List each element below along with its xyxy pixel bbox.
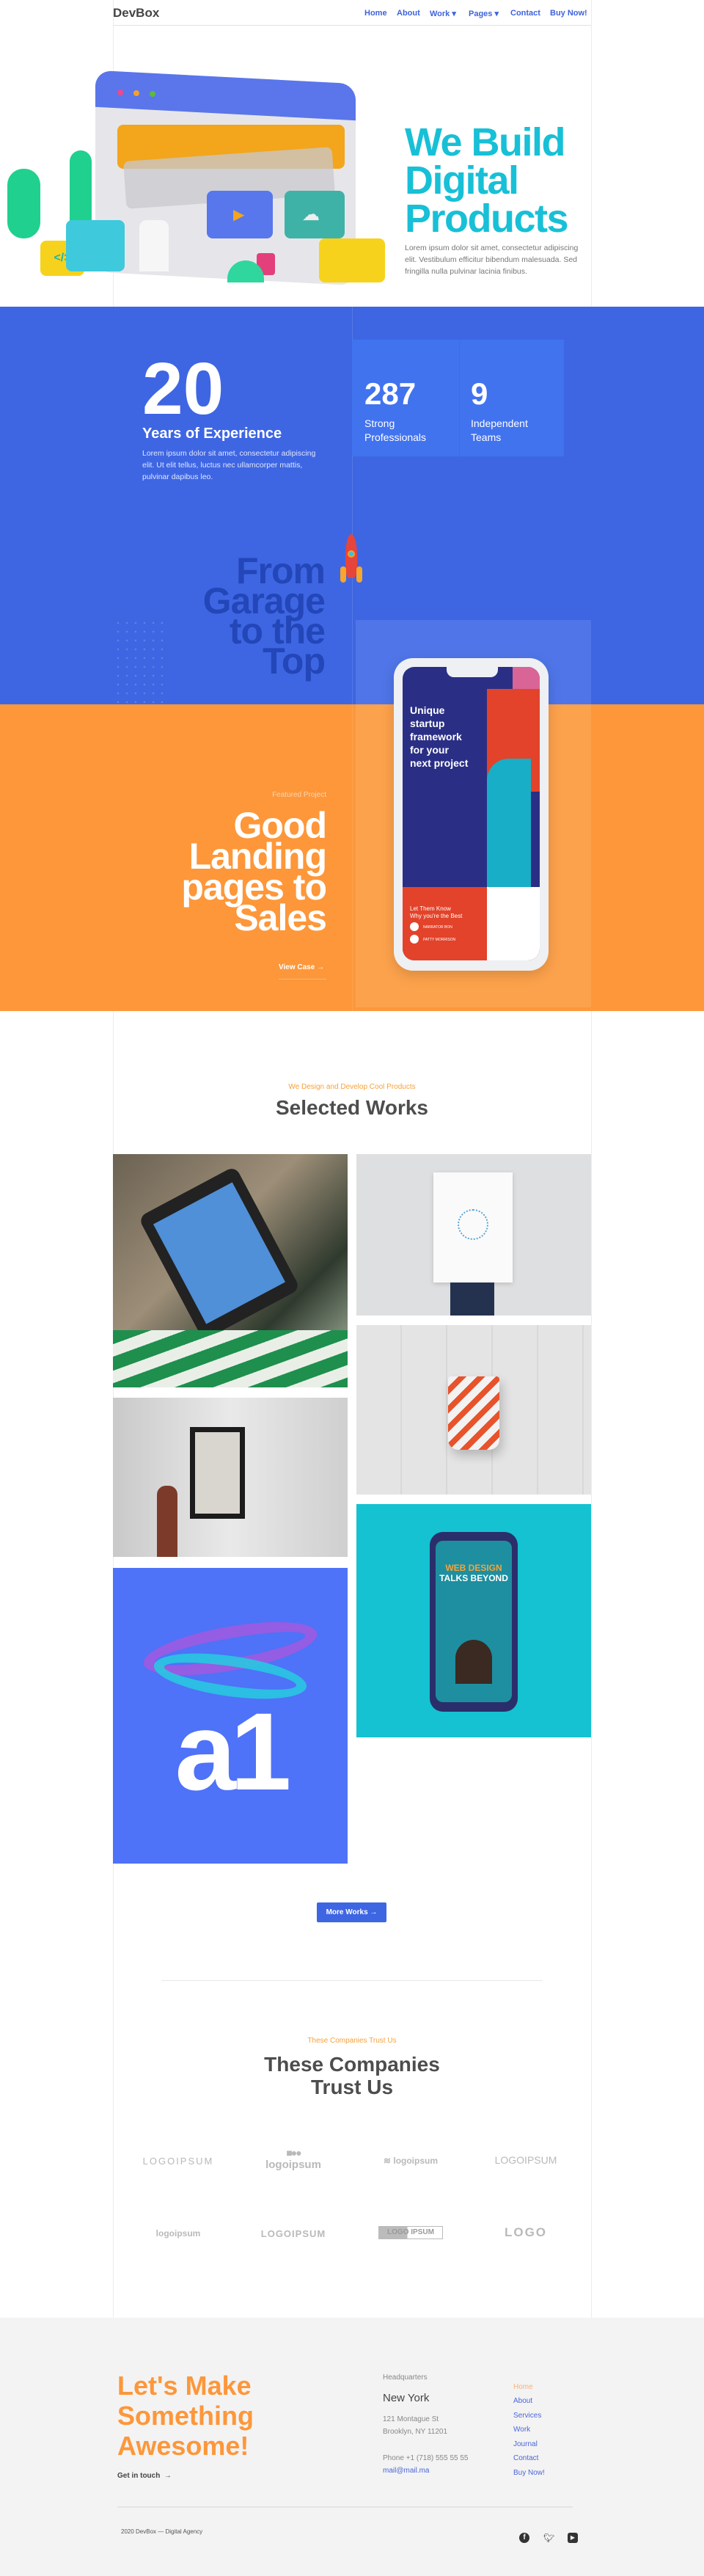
- hq-label: Headquarters: [383, 2374, 428, 2382]
- nav-home[interactable]: Home: [364, 9, 387, 18]
- hq-phone: Phone +1 (718) 555 55 55: [383, 2454, 469, 2462]
- stats-box: 287 Strong Professionals 9 Independent Tea…: [352, 340, 564, 456]
- stat-label: Strong Professionals: [364, 417, 427, 443]
- stats-section: 20 Years of Experience Lorem ipsum dolor…: [0, 307, 704, 704]
- site-footer: Let's Make Something Awesome! Get in touch…: [0, 2318, 704, 2576]
- phone-tagline: Let Them Know Why you're the Best: [410, 905, 463, 919]
- avatar: [410, 935, 419, 944]
- cloud-icon: ☁: [302, 205, 320, 225]
- client-logo: ■●● logoipsum: [265, 2147, 321, 2171]
- section-divider: [161, 1980, 543, 1981]
- hero-illustration: ▶ ☁ </>: [0, 70, 403, 290]
- phone-card-title: WEB DESIGN TALKS BEYOND: [439, 1563, 508, 1583]
- footer-divider: [117, 2506, 573, 2508]
- hero-title-line: Digital: [405, 158, 519, 202]
- footer-link-journal[interactable]: Journal: [513, 2440, 538, 2448]
- client-logo: ≋ logoipsum: [383, 2156, 439, 2166]
- trust-eyebrow: These Companies Trust Us: [307, 2037, 397, 2045]
- work-item-billboard[interactable]: [113, 1398, 348, 1557]
- years-text: Lorem ipsum dolor sit amet, consectetur …: [142, 449, 316, 481]
- phone-person: NARRATOR BON: [423, 925, 452, 930]
- rocket-icon: [340, 534, 362, 587]
- work-item-coffee-cup[interactable]: [356, 1325, 591, 1495]
- footer-link-about[interactable]: About: [513, 2397, 532, 2405]
- poster-text: a1: [175, 1690, 292, 1813]
- nav-contact[interactable]: Contact: [510, 9, 540, 18]
- nav-buy-now[interactable]: Buy Now!: [550, 9, 587, 18]
- header-divider: [113, 25, 591, 26]
- tree-icon: [70, 150, 92, 231]
- arrow-right-icon: →: [370, 1908, 378, 1916]
- waves-icon: ≋: [383, 2156, 394, 2166]
- years-label: Years of Experience: [142, 426, 282, 442]
- view-case-link[interactable]: View Case →: [279, 963, 326, 979]
- featured-section: Featured Project Good Landing pages to Sale…: [0, 704, 704, 1011]
- hq-city: New York: [383, 2392, 430, 2404]
- slogan: From Garage to the Top: [202, 550, 326, 682]
- featured-eyebrow: Featured Project: [272, 791, 326, 799]
- stat-value: 287: [364, 376, 417, 411]
- more-works-button[interactable]: More Works →: [317, 1902, 386, 1922]
- work-item-phone-app[interactable]: WEB DESIGN TALKS BEYOND: [356, 1504, 591, 1737]
- footer-link-work[interactable]: Work: [513, 2426, 530, 2434]
- hero-title-line: We Build: [405, 120, 566, 164]
- footer-link-buy-now[interactable]: Buy Now!: [513, 2469, 545, 2477]
- copyright: 2020 DevBox — Digital Agency: [121, 2528, 203, 2535]
- window-dot-icon: [133, 90, 139, 96]
- chart-card: [66, 220, 125, 271]
- nav-pages[interactable]: Pages ▾: [469, 9, 499, 18]
- trust-title: These Companies Trust Us: [264, 2053, 440, 2098]
- hero-title: We Build Digital Products: [405, 120, 569, 241]
- bar-chart-cube: [319, 238, 385, 282]
- featured-title: Good Landing pages to Sales: [181, 805, 327, 938]
- work-item-a1-poster[interactable]: a1: [113, 1568, 348, 1864]
- phone-mockup: Unique startup framework for your next proje…: [394, 658, 549, 971]
- youtube-icon[interactable]: ▶: [568, 2533, 578, 2543]
- years-number: 20: [142, 348, 224, 430]
- hero-title-line: Products: [405, 197, 569, 241]
- work-item-poster[interactable]: [356, 1154, 591, 1316]
- column-divider: [352, 704, 353, 1011]
- client-logo: logoipsum: [155, 2228, 201, 2239]
- works-eyebrow: We Design and Develop Cool Products: [288, 1083, 416, 1091]
- nav-about[interactable]: About: [397, 9, 420, 18]
- phone-headline: Unique startup framework for your next proje…: [410, 704, 469, 769]
- phone-person: PATTY MORRISON: [423, 938, 456, 942]
- site-logo[interactable]: DevBox: [113, 6, 159, 21]
- phone-screen: Unique startup framework for your next proje…: [403, 667, 540, 960]
- works-title: Selected Works: [275, 1096, 429, 1119]
- play-icon: ▶: [233, 207, 245, 223]
- arrow-right-icon: →: [164, 2472, 172, 2480]
- stat-label: Independent Teams: [471, 417, 528, 443]
- nav-work[interactable]: Work ▾: [430, 9, 456, 18]
- get-in-touch-link[interactable]: Get in touch →: [117, 2472, 172, 2480]
- footer-link-home[interactable]: Home: [513, 2383, 533, 2391]
- window-dot-icon: [117, 90, 123, 95]
- hq-address: 121 Montague St Brooklyn, NY 11201: [383, 2415, 448, 2436]
- client-logo: LOGOIPSUM: [260, 2228, 326, 2239]
- footer-link-services[interactable]: Services: [513, 2412, 541, 2420]
- tree-icon: [7, 169, 40, 238]
- client-logo: LOGOIPSUM: [494, 2154, 557, 2166]
- stat-value: 9: [471, 376, 488, 411]
- window-dot-icon: [150, 91, 155, 97]
- client-logo: LOGO IPSUM: [378, 2226, 443, 2239]
- avatar: [410, 922, 419, 931]
- client-logo: LOGOIPSUM: [142, 2156, 214, 2167]
- person-figure: [139, 220, 169, 271]
- work-item-tablet[interactable]: [113, 1154, 348, 1387]
- hq-email-link[interactable]: mail@mail.ma: [383, 2467, 430, 2475]
- client-logo: LOGO: [504, 2225, 548, 2239]
- twitter-icon[interactable]: 🐦︎: [543, 2533, 554, 2543]
- arrow-right-icon: →: [317, 963, 325, 971]
- footer-title: Let's Make Something Awesome!: [117, 2371, 254, 2461]
- hero-text: Lorem ipsum dolor sit amet, consectetur …: [405, 244, 579, 276]
- facebook-icon[interactable]: f: [519, 2533, 529, 2543]
- stats-divider: [459, 340, 460, 456]
- footer-link-contact[interactable]: Contact: [513, 2454, 538, 2462]
